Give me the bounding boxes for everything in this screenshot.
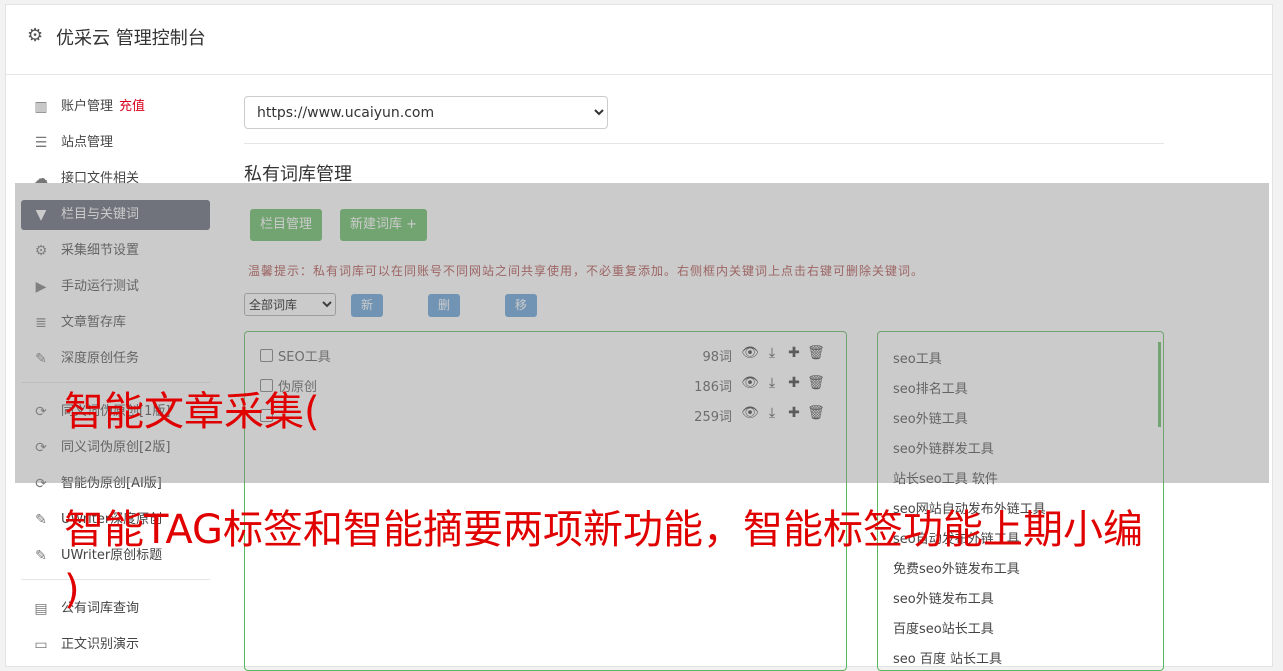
content-divider	[244, 143, 1164, 144]
gear-icon: ⚙	[27, 25, 44, 46]
keyword-item[interactable]: seo 百度 站长工具	[893, 648, 1002, 667]
sidebar-item-label: 站点管理	[61, 135, 114, 150]
grey-overlay-band	[15, 183, 1269, 483]
caption-line-1: 智能文章采集(	[64, 389, 320, 435]
sidebar-item-label: 正文识别演示	[61, 637, 140, 652]
keyword-item[interactable]: 百度seo站长工具	[893, 618, 994, 637]
site-select[interactable]: https://www.ucaiyun.com	[244, 96, 608, 129]
sidebar-item-label: 账户管理	[61, 99, 114, 114]
edit-icon: ✎	[35, 512, 47, 528]
book-icon: ▤	[34, 601, 48, 617]
sidebar-item-sites[interactable]: ☰ 站点管理	[21, 128, 210, 158]
sidebar-divider	[21, 579, 210, 580]
main-content: https://www.ucaiyun.com 私有词库管理 栏目管理 新建词库…	[244, 96, 1164, 671]
keyword-item[interactable]: 免费seo外链发布工具	[893, 558, 1020, 577]
bar-chart-icon: ▥	[34, 99, 48, 115]
recharge-link[interactable]: 充值	[119, 99, 145, 114]
sidebar-item-public-library[interactable]: ▤ 公有词库查询	[21, 594, 210, 624]
caption-line-3: )	[64, 567, 80, 613]
app-header: ⚙ 优采云 管理控制台	[6, 5, 1272, 75]
monitor-icon: ▭	[34, 637, 48, 653]
edit-icon: ✎	[35, 548, 47, 564]
app-title: 优采云 管理控制台	[56, 28, 206, 49]
sidebar-item-account[interactable]: ▥ 账户管理 充值	[21, 92, 210, 122]
sidebar-item-content-recognition[interactable]: ▭ 正文识别演示	[21, 630, 210, 660]
keyword-item[interactable]: seo外链发布工具	[893, 588, 994, 607]
server-icon: ☰	[34, 135, 48, 151]
caption-line-2: 智能TAG标签和智能摘要两项新功能，智能标签功能上期小编	[64, 507, 1143, 553]
